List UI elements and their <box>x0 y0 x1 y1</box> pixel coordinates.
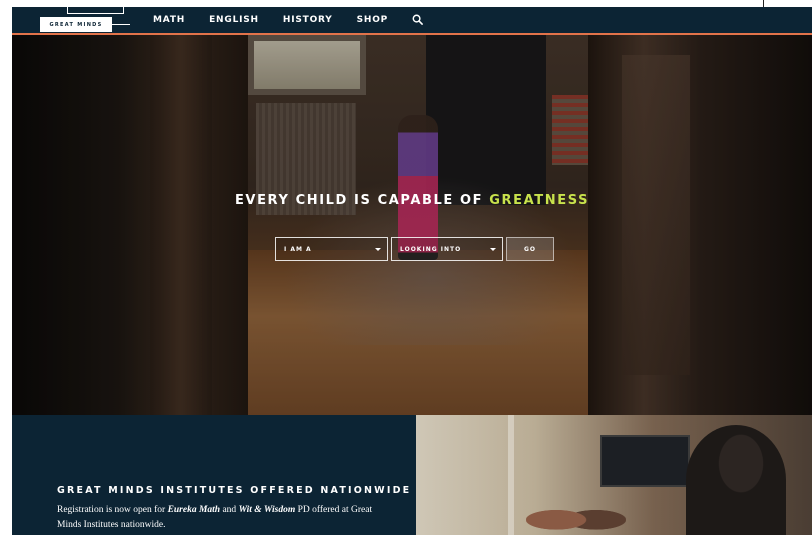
hero-overlay <box>12 35 812 415</box>
search-icon[interactable] <box>412 14 424 26</box>
photo-people <box>526 497 626 535</box>
institutes-body-prefix: Registration is now open for <box>57 505 168 515</box>
hero-headline: EVERY CHILD IS CAPABLE OF GREATNESS <box>12 193 812 208</box>
institutes-body: Registration is now open for Eureka Math… <box>57 503 387 533</box>
institutes-body-mid: and <box>220 505 239 515</box>
chevron-down-icon <box>375 247 381 251</box>
nav-item-english[interactable]: ENGLISH <box>209 15 259 25</box>
photo-lamp <box>508 415 514 535</box>
nav-item-history[interactable]: HISTORY <box>283 15 333 25</box>
hero-headline-main: EVERY CHILD IS CAPABLE OF <box>234 193 490 208</box>
photo-person <box>686 425 786 535</box>
hero: EVERY CHILD IS CAPABLE OF GREATNESS I AM… <box>12 35 812 415</box>
nav-item-shop[interactable]: SHOP <box>357 15 388 25</box>
chevron-down-icon <box>490 247 496 251</box>
logo[interactable]: GREAT MINDS <box>40 17 112 32</box>
topic-select[interactable]: LOOKING INTO <box>391 237 503 261</box>
go-button[interactable]: GO <box>506 237 554 261</box>
institutes-body-em2: Wit & Wisdom <box>238 505 296 515</box>
topic-select-label: LOOKING INTO <box>400 245 462 253</box>
hero-headline-accent: GREATNESS <box>489 193 590 208</box>
role-select-label: I AM A <box>284 245 312 253</box>
main-nav: MATH ENGLISH HISTORY SHOP <box>153 7 424 33</box>
page: GREAT MINDS MATH ENGLISH HISTORY SHOP EV… <box>12 0 812 535</box>
photo-screen <box>600 435 690 487</box>
hero-search-form: I AM A LOOKING INTO GO <box>275 237 554 261</box>
top-strip <box>12 0 812 7</box>
role-select[interactable]: I AM A <box>275 237 388 261</box>
institutes-title: GREAT MINDS INSTITUTES OFFERED NATIONWID… <box>57 485 412 496</box>
institutes-photo <box>416 415 812 535</box>
nav-item-math[interactable]: MATH <box>153 15 185 25</box>
logo-frame <box>67 0 124 14</box>
logo-line <box>112 24 130 25</box>
institutes-body-em1: Eureka Math <box>167 505 221 515</box>
institutes-panel: GREAT MINDS INSTITUTES OFFERED NATIONWID… <box>12 415 416 535</box>
